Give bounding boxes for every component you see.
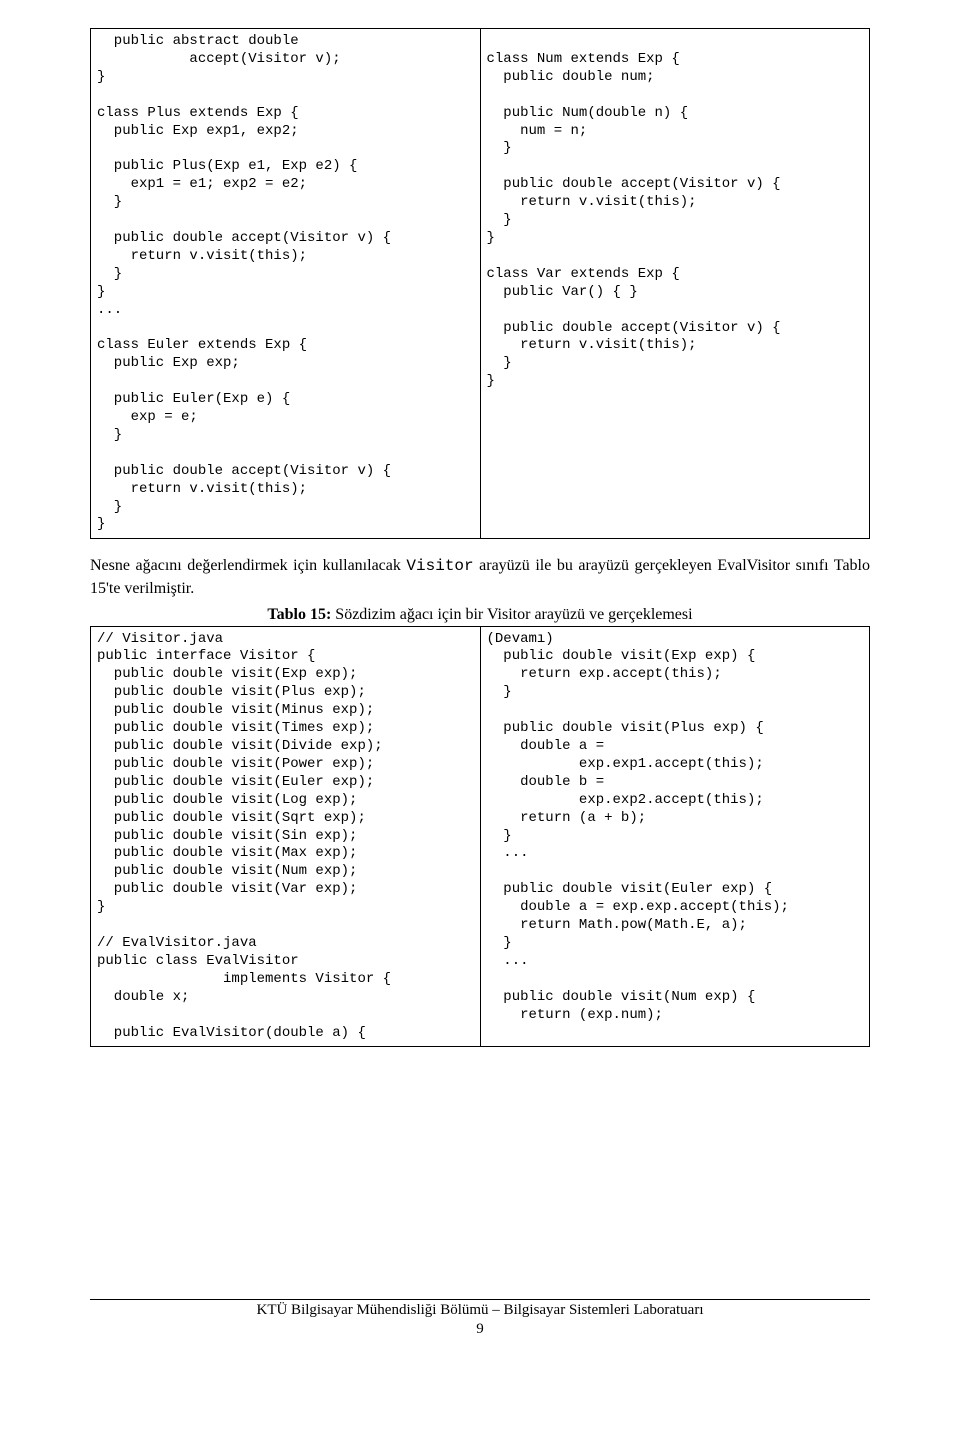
code-table-1: public abstract double accept(Visitor v)… [90,28,870,539]
code-cell-2-left: // Visitor.java public interface Visitor… [91,626,481,1047]
code-cell-2-right: (Devamı) public double visit(Exp exp) { … [480,626,870,1047]
page: public abstract double accept(Visitor v)… [0,0,960,1360]
paragraph: Nesne ağacını değerlendirmek için kullan… [90,555,870,599]
page-number: 9 [0,1321,960,1338]
caption-bold: Tablo 15: [267,606,331,623]
code-cell-1-right: class Num extends Exp { public double nu… [480,29,870,539]
para-text-1: Nesne ağacını değerlendirmek için kullan… [90,557,406,574]
footer-text: KTÜ Bilgisayar Mühendisliği Bölümü – Bil… [0,1302,960,1319]
caption-rest: Sözdizim ağacı için bir Visitor arayüzü … [331,606,692,623]
code-pre-1-right: class Num extends Exp { public double nu… [487,33,864,391]
code-pre-1-left: public abstract double accept(Visitor v)… [97,33,474,534]
code-cell-1-left: public abstract double accept(Visitor v)… [91,29,481,539]
code-pre-2-right: (Devamı) public double visit(Exp exp) { … [487,631,864,1025]
footer-rule [90,1299,870,1300]
code-table-2: // Visitor.java public interface Visitor… [90,626,870,1048]
table-caption: Tablo 15: Sözdizim ağacı için bir Visito… [90,606,870,624]
footer: KTÜ Bilgisayar Mühendisliği Bölümü – Bil… [0,1299,960,1338]
para-mono-1: Visitor [406,557,473,575]
code-pre-2-left: // Visitor.java public interface Visitor… [97,631,474,1043]
